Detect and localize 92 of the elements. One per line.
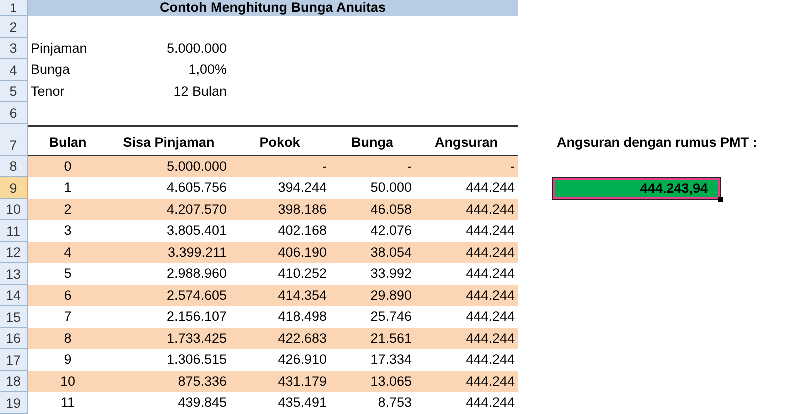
table-cell-text: 11 bbox=[60, 394, 76, 412]
row-header[interactable]: 15 bbox=[0, 306, 28, 328]
row-header[interactable]: 8 bbox=[0, 156, 28, 177]
table-cell-text: 17.334 bbox=[370, 351, 413, 370]
table-cell-text: 444.244 bbox=[465, 222, 516, 240]
parameter-label: Bunga bbox=[30, 61, 72, 80]
column-header: Bunga bbox=[350, 134, 395, 152]
table-cell-text: 435.491 bbox=[277, 394, 328, 412]
table-cell-text: 46.058 bbox=[370, 200, 413, 219]
table-cell-text: 426.910 bbox=[277, 351, 328, 370]
column-header: Sisa Pinjaman bbox=[122, 134, 216, 152]
row-header[interactable]: 14 bbox=[0, 284, 28, 306]
table-cell-text: 2.574.605 bbox=[166, 286, 228, 305]
table-cell-text: 444.244 bbox=[465, 265, 516, 284]
table-cell-text: 3.805.401 bbox=[166, 222, 228, 240]
table-cell-text: 8 bbox=[63, 330, 73, 348]
table-cell-text: 10 bbox=[59, 372, 77, 391]
column-header: Bulan bbox=[48, 134, 88, 152]
table-cell-text: 1.733.425 bbox=[166, 330, 228, 348]
table-cell-text: 8.753 bbox=[377, 394, 413, 412]
sheet-title: Contoh Menghitung Bunga Anuitas bbox=[28, 0, 518, 16]
row-header[interactable]: 10 bbox=[0, 198, 28, 220]
table-cell-text: 394.244 bbox=[277, 179, 328, 198]
table-cell-text: 6 bbox=[63, 286, 73, 305]
table-cell-text: 25.746 bbox=[370, 308, 413, 326]
row-header[interactable]: 11 bbox=[0, 220, 28, 242]
column-header: Pokok bbox=[258, 134, 302, 152]
row-header[interactable]: 5 bbox=[0, 80, 28, 102]
table-cell-text: 2 bbox=[63, 200, 73, 219]
row-header[interactable]: 6 bbox=[0, 102, 28, 124]
table-cell-text: 29.890 bbox=[370, 286, 413, 305]
table-cell-text: 42.076 bbox=[370, 222, 413, 240]
table-cell-text: 444.244 bbox=[465, 200, 516, 219]
row-header[interactable]: 16 bbox=[0, 328, 28, 349]
row-header[interactable]: 12 bbox=[0, 242, 28, 263]
table-cell-text: 431.179 bbox=[277, 372, 328, 391]
parameter-value: 12 Bulan bbox=[172, 82, 228, 101]
table-cell-text: 38.054 bbox=[370, 244, 413, 262]
row-header[interactable]: 18 bbox=[0, 370, 28, 392]
parameter-label: Pinjaman bbox=[30, 40, 88, 58]
table-cell-text: 33.992 bbox=[370, 265, 413, 284]
table-cell-text: 444.244 bbox=[465, 394, 516, 412]
table-cell-text: 406.190 bbox=[277, 244, 328, 262]
row-header[interactable]: 7 bbox=[0, 124, 28, 156]
table-cell-text: 3.399.211 bbox=[166, 244, 228, 262]
table-cell-text: 2.988.960 bbox=[166, 265, 228, 284]
table-cell-text: 418.498 bbox=[277, 308, 328, 326]
table-cell-text: 444.244 bbox=[465, 330, 516, 348]
table-cell-text: - bbox=[510, 158, 516, 176]
table-cell-text: 21.561 bbox=[370, 330, 413, 348]
table-cell-text: 398.186 bbox=[277, 200, 328, 219]
table-cell-text: 414.354 bbox=[277, 286, 328, 305]
row-header[interactable]: 9 bbox=[0, 177, 28, 198]
table-cell-text: 410.252 bbox=[277, 265, 328, 284]
table-cell-text: 2.156.107 bbox=[166, 308, 228, 326]
column-header: Angsuran bbox=[434, 134, 499, 152]
pmt-label: Angsuran dengan rumus PMT : bbox=[556, 134, 758, 152]
table-cell-text: 875.336 bbox=[177, 372, 228, 391]
table-cell-text: 444.244 bbox=[465, 351, 516, 370]
table-cell-text: 4.605.756 bbox=[166, 179, 228, 198]
table-cell-text: 4.207.570 bbox=[166, 200, 228, 219]
table-cell-text: 402.168 bbox=[277, 222, 328, 240]
table-cell-text: - bbox=[406, 158, 413, 176]
table-cell-text: 444.244 bbox=[465, 179, 516, 198]
table-cell-text: 9 bbox=[63, 351, 73, 370]
row-header[interactable]: 17 bbox=[0, 349, 28, 370]
table-cell-text: 3 bbox=[63, 222, 73, 240]
table-cell-text: - bbox=[322, 158, 328, 176]
table-cell-text: 0 bbox=[63, 158, 73, 176]
table-cell-text: 5.000.000 bbox=[166, 158, 228, 176]
table-cell-text: 444.244 bbox=[465, 244, 516, 262]
table-cell-text: 439.845 bbox=[177, 394, 228, 412]
table-cell-text: 422.683 bbox=[277, 330, 328, 348]
table-cell-text: 1.306.515 bbox=[166, 351, 228, 370]
row-header[interactable]: 13 bbox=[0, 263, 28, 284]
table-cell-text: 5 bbox=[63, 265, 73, 284]
row-header[interactable]: 1 bbox=[0, 0, 28, 16]
parameter-value: 1,00% bbox=[188, 61, 228, 80]
table-cell-text: 444.244 bbox=[465, 286, 516, 305]
row-header[interactable]: 19 bbox=[0, 392, 28, 414]
table-cell-text: 1 bbox=[63, 179, 73, 198]
row-header[interactable]: 2 bbox=[0, 16, 28, 38]
table-cell-text: 50.000 bbox=[370, 179, 413, 198]
parameter-value: 5.000.000 bbox=[166, 40, 228, 58]
row-header[interactable]: 3 bbox=[0, 38, 28, 59]
table-cell-text: 444.244 bbox=[465, 308, 516, 326]
table-cell-text: 7 bbox=[63, 308, 73, 326]
parameter-label: Tenor bbox=[30, 82, 66, 101]
table-cell-text: 13.065 bbox=[370, 372, 413, 391]
table-cell-text: 444.244 bbox=[465, 372, 516, 391]
table-cell-text: 4 bbox=[63, 244, 73, 262]
row-header[interactable]: 4 bbox=[0, 59, 28, 80]
